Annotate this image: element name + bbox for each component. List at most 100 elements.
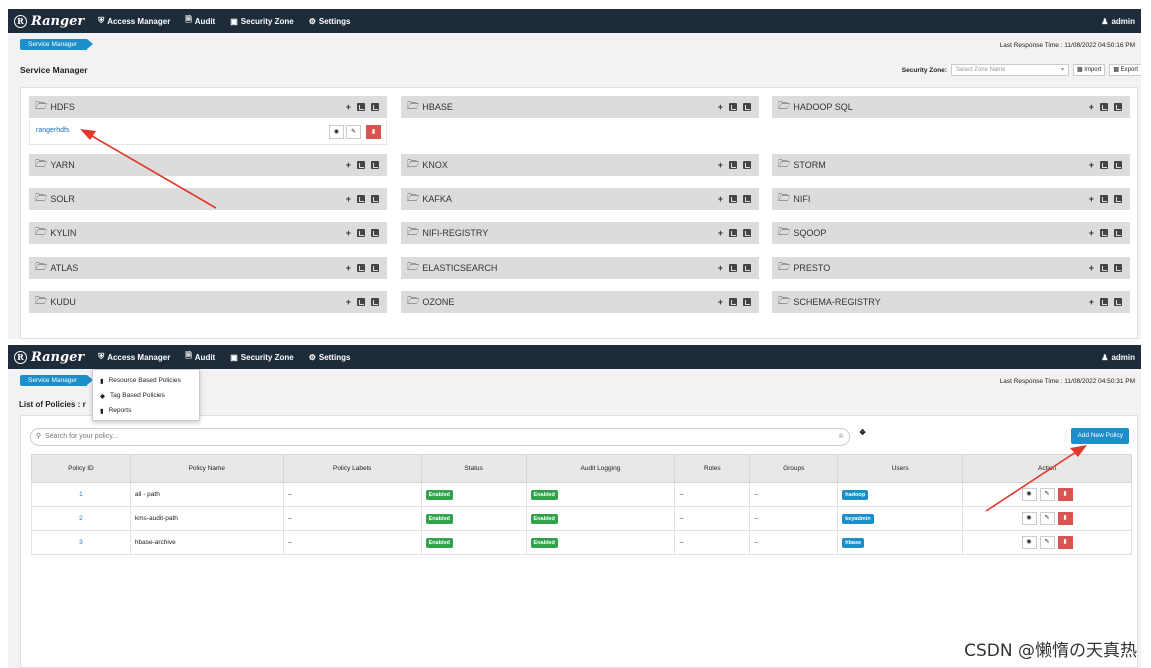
edit-icon[interactable]	[1100, 161, 1108, 169]
policy-id-link[interactable]: 2	[79, 515, 83, 522]
add-service-button[interactable]: +	[346, 297, 351, 307]
view-button[interactable]: ◉	[1021, 512, 1037, 525]
edit-icon[interactable]	[371, 161, 379, 169]
add-service-button[interactable]: +	[346, 228, 351, 238]
info-icon[interactable]: ❖	[859, 428, 866, 437]
repo-link[interactable]: rangerhdfs	[36, 127, 69, 134]
edit-icon[interactable]	[743, 229, 751, 237]
add-service-button[interactable]: +	[1089, 263, 1094, 273]
add-service-button[interactable]: +	[718, 160, 723, 170]
edit-icon[interactable]	[371, 229, 379, 237]
add-service-button[interactable]: +	[718, 297, 723, 307]
add-service-button[interactable]: +	[718, 102, 723, 112]
edit-icon[interactable]	[729, 161, 737, 169]
delete-button[interactable]: ▮	[1057, 488, 1073, 501]
nav-label: Access Manager	[107, 352, 171, 362]
clear-icon[interactable]: ⊗	[838, 429, 844, 445]
status-cell: Enabled	[420, 506, 527, 531]
import-button[interactable]: ▩ Import	[1072, 64, 1106, 76]
edit-button[interactable]: ✎	[1039, 536, 1055, 549]
ranger-logo[interactable]: R Ranger	[14, 14, 84, 29]
edit-icon[interactable]	[1114, 298, 1122, 306]
edit-icon[interactable]	[371, 103, 379, 111]
edit-icon[interactable]	[743, 103, 751, 111]
breadcrumb[interactable]: Service Manager	[20, 375, 94, 386]
shield-icon: ⛨	[98, 16, 105, 25]
edit-icon[interactable]	[1114, 264, 1122, 272]
edit-button[interactable]: ✎	[1039, 512, 1055, 525]
nav-security-zone[interactable]: ▣ Security Zone	[230, 353, 293, 362]
add-service-button[interactable]: +	[1089, 228, 1094, 238]
view-button[interactable]: ◉	[329, 125, 344, 139]
edit-icon[interactable]	[729, 298, 737, 306]
add-service-button[interactable]: +	[718, 194, 723, 204]
edit-icon[interactable]	[357, 103, 365, 111]
nav-audit[interactable]: 🗎 Audit	[185, 14, 215, 28]
add-service-button[interactable]: +	[718, 228, 723, 238]
edit-icon[interactable]	[729, 195, 737, 203]
edit-icon[interactable]	[371, 298, 379, 306]
user-menu[interactable]: ♟ admin	[1101, 345, 1135, 369]
menu-reports[interactable]: ▮ Reports	[93, 403, 199, 418]
delete-button[interactable]: ▮	[366, 125, 381, 139]
add-service-button[interactable]: +	[718, 263, 723, 273]
edit-icon[interactable]	[1114, 195, 1122, 203]
policy-id-link[interactable]: 3	[79, 539, 83, 546]
policy-panel: ⚲ Search for your policy... ⊗ ❖ Add New …	[20, 415, 1138, 668]
edit-icon[interactable]	[1114, 161, 1122, 169]
view-button[interactable]: ◉	[1021, 488, 1037, 501]
user-menu[interactable]: ♟ admin	[1101, 9, 1135, 33]
edit-icon[interactable]	[743, 195, 751, 203]
add-service-button[interactable]: +	[1089, 194, 1094, 204]
policy-id-link[interactable]: 1	[79, 491, 83, 498]
edit-icon[interactable]	[357, 161, 365, 169]
edit-icon[interactable]	[371, 264, 379, 272]
page-title: Service Manager	[20, 65, 88, 75]
zone-select[interactable]: Select Zone Name ▾	[950, 64, 1069, 76]
edit-icon[interactable]	[1100, 264, 1108, 272]
edit-icon[interactable]	[1114, 229, 1122, 237]
edit-icon[interactable]	[357, 264, 365, 272]
nav-access-manager[interactable]: ⛨ Access Manager	[98, 352, 170, 362]
edit-icon[interactable]	[1114, 103, 1122, 111]
add-service-button[interactable]: +	[346, 160, 351, 170]
nav-audit[interactable]: 🗎 Audit	[185, 350, 215, 364]
edit-icon[interactable]	[357, 229, 365, 237]
menu-tag-based-policies[interactable]: ◆ Tag Based Policies	[93, 388, 199, 403]
nav-security-zone[interactable]: ▣ Security Zone	[230, 17, 293, 26]
nav-settings[interactable]: ⚙ Settings	[309, 353, 351, 362]
breadcrumb[interactable]: Service Manager	[20, 39, 94, 50]
add-service-button[interactable]: +	[1089, 160, 1094, 170]
edit-icon[interactable]	[743, 298, 751, 306]
nav-label: Security Zone	[240, 352, 294, 362]
edit-icon[interactable]	[357, 298, 365, 306]
edit-icon[interactable]	[1100, 229, 1108, 237]
delete-button[interactable]: ▮	[1057, 512, 1073, 525]
add-service-button[interactable]: +	[1089, 102, 1094, 112]
ranger-logo[interactable]: R Ranger	[14, 350, 84, 365]
view-button[interactable]: ◉	[1021, 536, 1037, 549]
add-new-policy-button[interactable]: Add New Policy	[1071, 428, 1129, 444]
nav-settings[interactable]: ⚙ Settings	[309, 17, 351, 26]
nav-access-manager[interactable]: ⛨ Access Manager	[98, 16, 170, 26]
edit-icon[interactable]	[729, 103, 737, 111]
edit-button[interactable]: ✎	[1039, 488, 1055, 501]
edit-icon[interactable]	[1100, 195, 1108, 203]
edit-icon[interactable]	[1100, 298, 1108, 306]
add-service-button[interactable]: +	[346, 194, 351, 204]
edit-icon[interactable]	[1100, 103, 1108, 111]
edit-icon[interactable]	[357, 195, 365, 203]
edit-icon[interactable]	[729, 264, 737, 272]
delete-button[interactable]: ▮	[1057, 536, 1073, 549]
edit-icon[interactable]	[743, 161, 751, 169]
edit-icon[interactable]	[371, 195, 379, 203]
policy-search-input[interactable]: ⚲ Search for your policy... ⊗	[30, 428, 850, 446]
add-service-button[interactable]: +	[346, 102, 351, 112]
menu-resource-based-policies[interactable]: ▮ Resource Based Policies	[93, 373, 199, 388]
edit-icon[interactable]	[743, 264, 751, 272]
export-button[interactable]: ▩ Export	[1109, 64, 1141, 76]
add-service-button[interactable]: +	[346, 263, 351, 273]
edit-icon[interactable]	[729, 229, 737, 237]
edit-button[interactable]: ✎	[346, 125, 361, 139]
add-service-button[interactable]: +	[1089, 297, 1094, 307]
